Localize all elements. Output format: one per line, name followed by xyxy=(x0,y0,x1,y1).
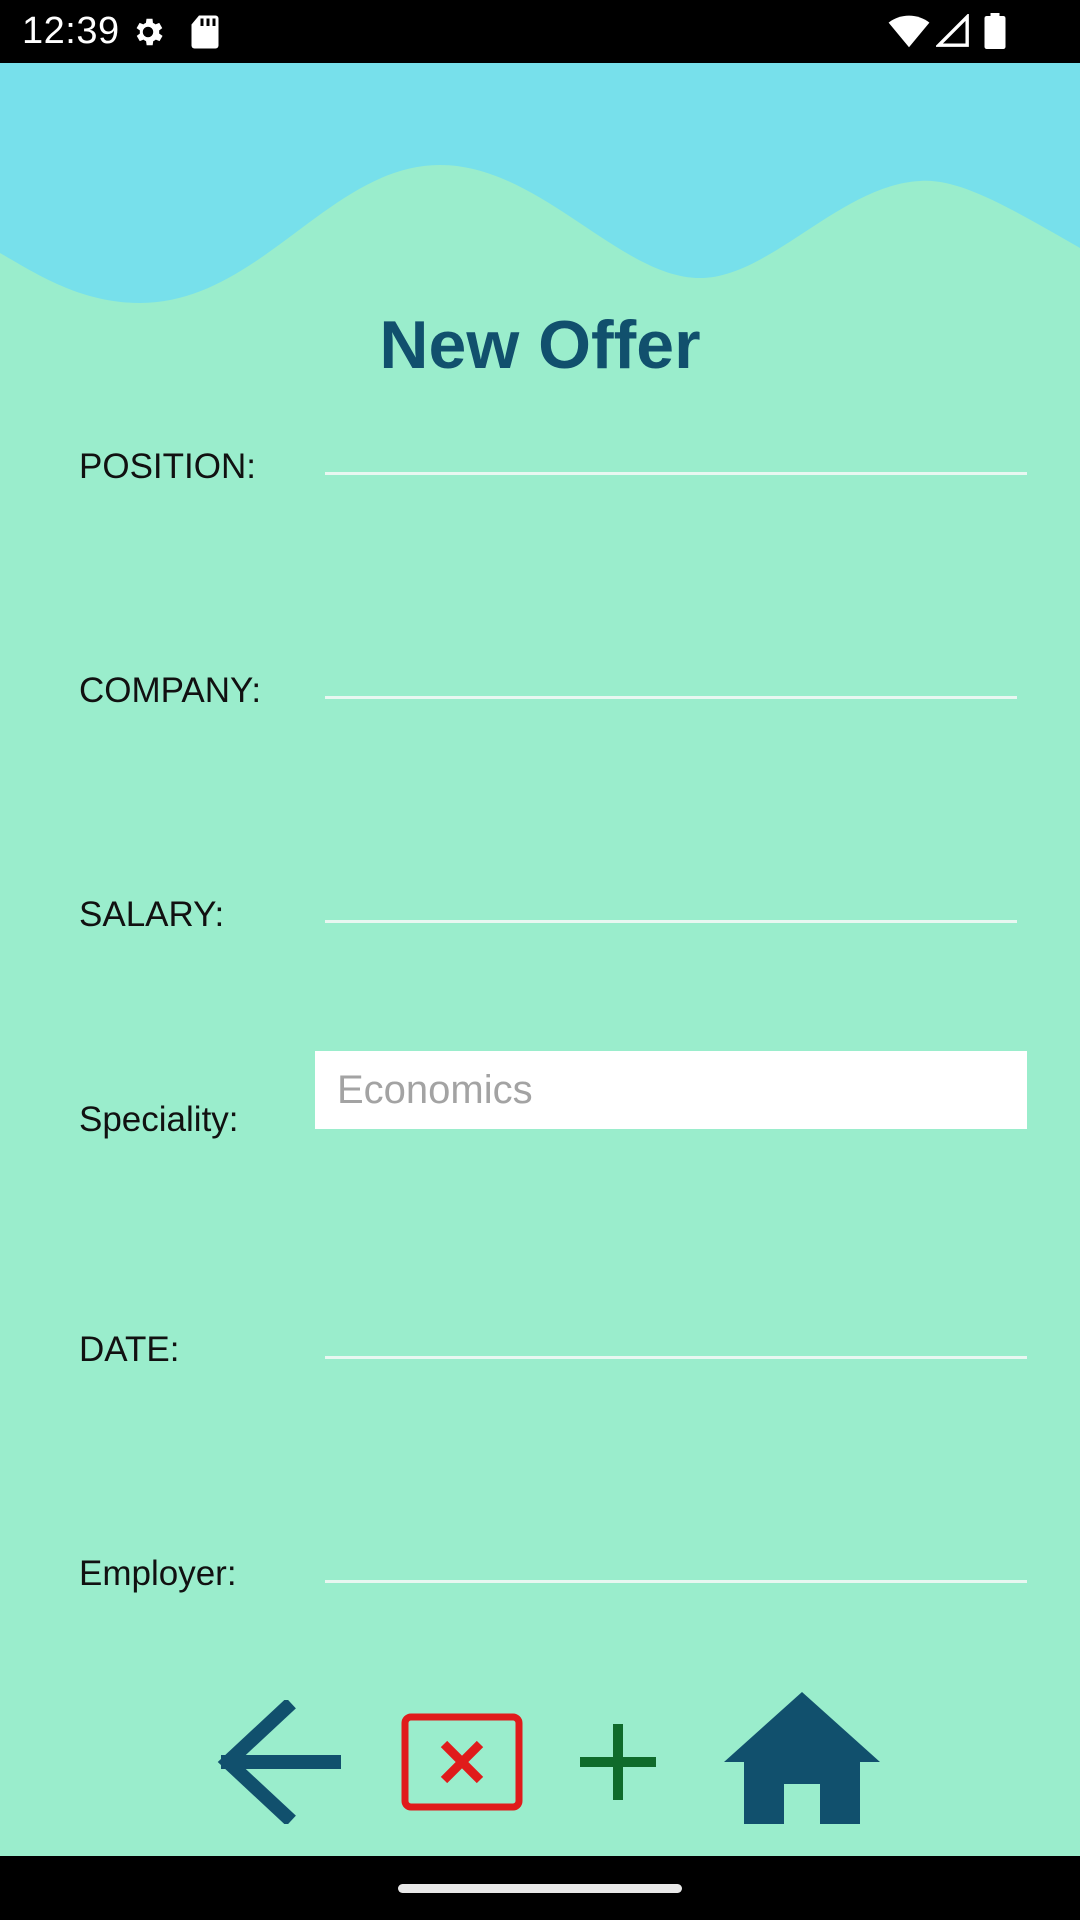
date-input[interactable] xyxy=(325,1356,1027,1359)
cancel-icon[interactable] xyxy=(400,1712,524,1812)
home-icon[interactable] xyxy=(724,1692,880,1824)
speciality-label: Speciality: xyxy=(79,1100,239,1139)
battery-icon xyxy=(984,13,1006,49)
status-bar: 12:39 xyxy=(0,0,1080,63)
page-title: New Offer xyxy=(379,307,701,383)
employer-label: Employer: xyxy=(79,1554,237,1593)
company-input[interactable] xyxy=(325,696,1017,699)
signal-icon xyxy=(936,14,969,47)
sd-card-icon xyxy=(191,15,219,49)
date-label: DATE: xyxy=(79,1330,180,1369)
salary-label: SALARY: xyxy=(79,895,225,934)
header-wave xyxy=(0,63,1080,303)
salary-input[interactable] xyxy=(325,920,1017,923)
position-label: POSITION: xyxy=(79,447,256,486)
status-time: 12:39 xyxy=(22,10,120,52)
add-icon[interactable] xyxy=(578,1722,658,1802)
settings-icon xyxy=(136,18,163,46)
speciality-select[interactable]: Economics xyxy=(315,1051,1027,1129)
position-input[interactable] xyxy=(325,472,1027,475)
company-label: COMPANY: xyxy=(79,671,262,710)
back-arrow-icon[interactable] xyxy=(214,1700,342,1824)
employer-input[interactable] xyxy=(325,1580,1027,1583)
wifi-icon xyxy=(888,15,930,48)
home-gesture-pill[interactable] xyxy=(398,1884,682,1893)
